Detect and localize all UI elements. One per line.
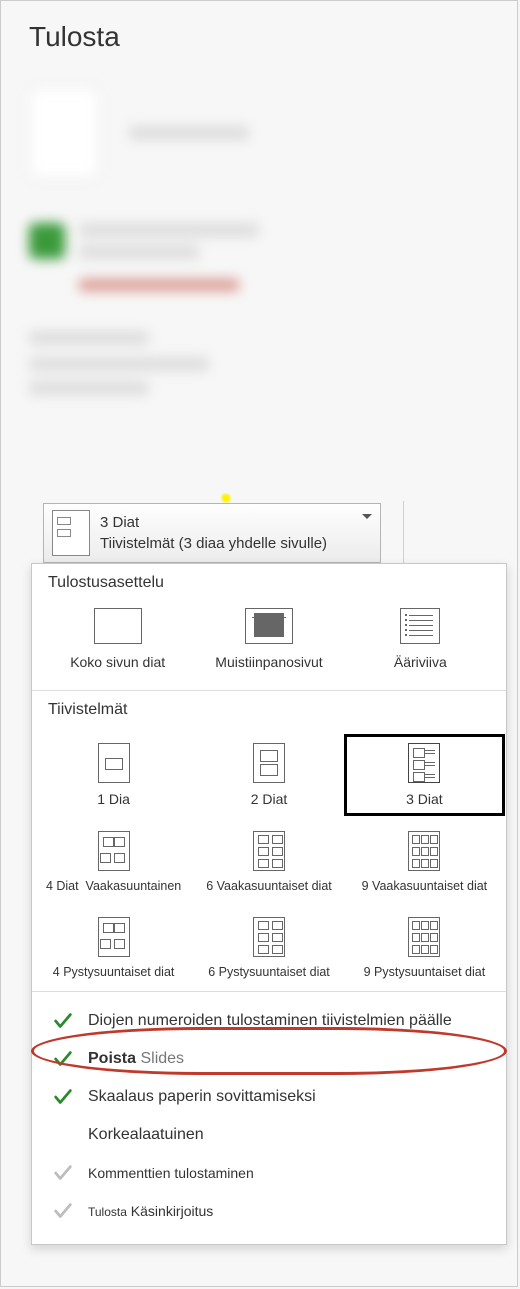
print-layout-popup: Tulostusasettelu Koko sivun diat Muistii… <box>31 563 507 1245</box>
section-handouts-title: Tiivistelmät <box>32 691 506 731</box>
handout-9v-icon <box>408 917 440 957</box>
section-print-layout-title: Tulostusasettelu <box>32 564 506 604</box>
handout-4h-icon <box>98 831 130 871</box>
handout-4-slides-h[interactable]: 4 Diat Vaakasuuntainen <box>36 825 191 899</box>
handout-3-icon <box>408 743 440 783</box>
handout-6-slides-v[interactable]: 6 Pystysuuntaiset diat <box>191 911 346 985</box>
option-high-quality[interactable]: Korkealaatuinen <box>32 1116 506 1154</box>
handout-3-slides[interactable]: 3 Diat <box>347 737 502 813</box>
handout-6-slides-h[interactable]: 6 Vaakasuuntaiset diat <box>191 825 346 899</box>
full-page-icon <box>94 608 142 644</box>
option-print-slide-numbers[interactable]: Diojen numeroiden tulostaminen tiivistel… <box>32 1002 506 1040</box>
handout-3-icon <box>52 510 90 556</box>
checkmark-icon <box>52 1086 74 1108</box>
handout-6v-icon <box>253 917 285 957</box>
blurred-background <box>1 53 517 395</box>
handout-1-icon <box>98 743 130 783</box>
option-full-page-slides[interactable]: Koko sivun diat <box>42 604 193 674</box>
handout-6h-icon <box>253 831 285 871</box>
print-layout-dropdown[interactable]: 3 Diat Tiivistelmät (3 diaa yhdelle sivu… <box>43 503 381 563</box>
chevron-down-icon <box>362 514 372 519</box>
handout-1-slide[interactable]: 1 Dia <box>36 737 191 813</box>
notes-pages-icon <box>245 608 293 644</box>
cursor-highlight <box>219 493 233 503</box>
option-scale-to-fit[interactable]: Skaalaus paperin sovittamiseksi <box>32 1078 506 1116</box>
outline-icon <box>400 608 440 644</box>
handout-9h-icon <box>408 831 440 871</box>
checkmark-disabled-icon <box>52 1200 74 1222</box>
handout-4-slides-v[interactable]: 4 Pystysuuntaiset diat <box>36 911 191 985</box>
option-notes-pages[interactable]: Muistiinpanosivut <box>193 604 344 674</box>
checkmark-disabled-icon <box>52 1162 74 1184</box>
handout-2-icon <box>253 743 285 783</box>
handout-9-slides-h[interactable]: 9 Vaakasuuntaiset diat <box>347 825 502 899</box>
option-print-comments[interactable]: Kommenttien tulostaminen <box>32 1154 506 1192</box>
dropdown-line1: 3 Diat <box>100 512 327 533</box>
checkmark-icon <box>52 1048 74 1070</box>
dropdown-line2: Tiivistelmät (3 diaa yhdelle sivulle) <box>100 533 327 554</box>
option-outline[interactable]: Ääriviiva <box>345 604 496 674</box>
checkmark-icon <box>52 1010 74 1032</box>
handout-2-slides[interactable]: 2 Diat <box>191 737 346 813</box>
option-print-ink[interactable]: Tulosta Käsinkirjoitus <box>32 1192 506 1230</box>
page-title: Tulosta <box>1 1 517 53</box>
blank-icon <box>52 1124 74 1146</box>
option-remove-slides[interactable]: Poista Slides <box>32 1040 506 1078</box>
handout-9-slides-v[interactable]: 9 Pystysuuntaiset diat <box>347 911 502 985</box>
handout-4v-icon <box>98 917 130 957</box>
